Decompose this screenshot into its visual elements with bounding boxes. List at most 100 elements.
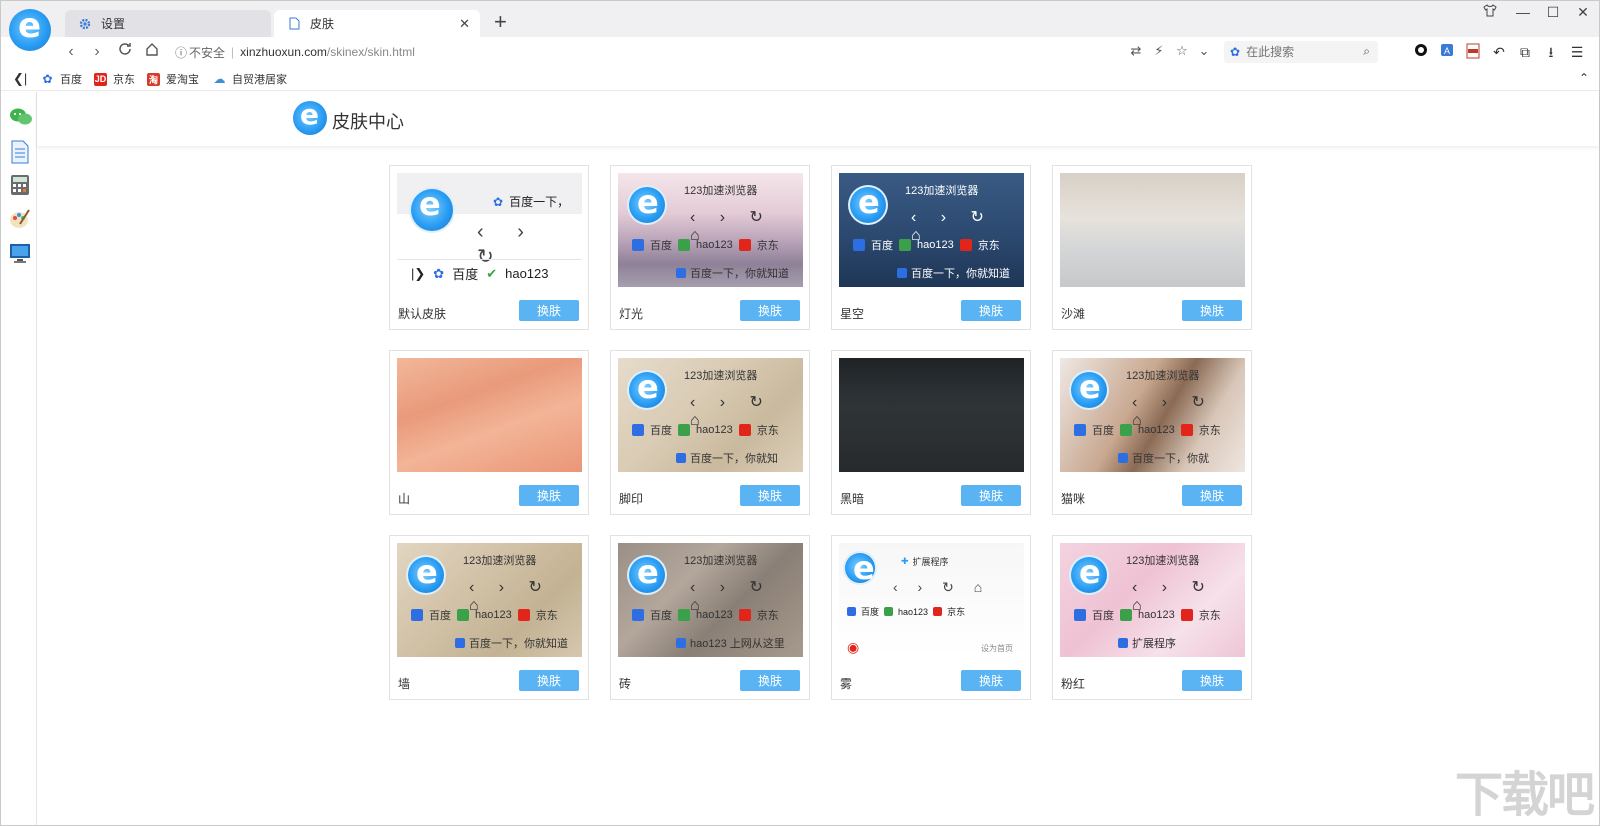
skin-name: 沙滩 [1061,307,1086,321]
apply-skin-button[interactable]: 换肤 [961,485,1021,506]
skin-card[interactable]: 黑暗 换肤 [831,350,1031,515]
bookmark-label: 自贸港居家 [232,74,287,86]
skin-thumbnail[interactable]: 123加速浏览器‹ › ↻ ⌂百度hao123京东hao123 上网从这里 [618,543,803,657]
skin-thumbnail[interactable]: ✿ 百度一下， ‹ › ↻ |❯ ✿ 百度 ✔ hao123 [397,173,582,287]
home-button[interactable] [142,42,162,62]
apply-skin-button[interactable]: 换肤 [519,670,579,691]
skin-thumbnail[interactable] [839,358,1024,472]
new-tab-button[interactable]: + [494,10,507,34]
baidu-paw-icon [632,424,644,436]
apply-skin-button[interactable]: 换肤 [740,300,800,321]
apply-skin-button[interactable]: 换肤 [740,485,800,506]
apply-skin-button[interactable]: 换肤 [740,670,800,691]
taobao-icon: 淘 [147,72,160,86]
bookmark-zmg[interactable]: ☁ 自贸港居家 [213,71,288,87]
tab-skin[interactable]: 皮肤 ✕ [274,10,480,37]
collapse-icon[interactable]: ⌃ [1579,71,1589,85]
extensions-icon[interactable]: ⧉ [1516,43,1534,61]
skin-card[interactable]: 山 换肤 [389,350,589,515]
apply-skin-button[interactable]: 换肤 [519,485,579,506]
skin-card[interactable]: ✿ 百度一下， ‹ › ↻ |❯ ✿ 百度 ✔ hao123 默认皮肤 换肤 [389,165,589,330]
chevron-down-icon[interactable]: ⌄ [1196,43,1212,59]
apply-skin-button[interactable]: 换肤 [961,670,1021,691]
translate-app-icon[interactable]: A [1438,43,1456,61]
mini-label: hao123 [1138,424,1175,436]
skin-thumbnail[interactable]: 123加速浏览器‹ › ↻ ⌂百度hao123京东百度一下，你就知道 [618,173,803,287]
skin-thumbnail[interactable]: 123加速浏览器‹ › ↻ ⌂百度hao123京东百度一下，你就知道 [839,173,1024,287]
apply-skin-button[interactable]: 换肤 [519,300,579,321]
skin-thumbnail[interactable]: 123加速浏览器‹ › ↻ ⌂百度hao123京东百度一下，你就 [1060,358,1245,472]
skin-card[interactable]: 沙滩 换肤 [1052,165,1252,330]
skin-thumbnail[interactable]: 123加速浏览器‹ › ↻ ⌂百度hao123京东百度一下，你就知道 [397,543,582,657]
skin-card[interactable]: 123加速浏览器‹ › ↻ ⌂百度hao123京东百度一下，你就知脚印换肤 [610,350,810,515]
mini-bottom-label: 百度一下，你就 [1132,453,1209,465]
reload-button[interactable] [115,42,135,62]
wechat-icon[interactable] [9,106,32,128]
mini-bookmarks: 百度 hao123 京东 [1074,422,1221,438]
skin-card[interactable]: 123加速浏览器‹ › ↻ ⌂百度hao123京东hao123 上网从这里砖换肤 [610,535,810,700]
download-icon[interactable]: ⭳ [1542,43,1560,61]
mini-bottom-label: 百度一下，你就知 [690,453,778,465]
bookmark-jd[interactable]: JD 京东 [94,71,135,87]
skin-card[interactable]: ✚扩展程序 ‹ › ↻ ⌂ 百度 hao123 京东 ◉ 设为首页雾 换肤 [831,535,1031,700]
mini-title: 123加速浏览器 [463,555,537,567]
skin-thumbnail[interactable]: 123加速浏览器‹ › ↻ ⌂百度hao123京东百度一下，你就知 [618,358,803,472]
baidu-paw-icon [411,609,423,621]
search-icon[interactable]: ⌕ [1363,44,1370,59]
search-box[interactable]: ✿ ⌕ [1224,41,1378,63]
mini-bookmarks: 百度 hao123 京东 [632,422,779,438]
skin-thumbnail[interactable] [397,358,582,472]
close-icon[interactable]: ✕ [459,16,470,32]
bookmark-baidu[interactable]: ✿ 百度 [41,71,82,87]
skin-grid: ✿百度一下，‹ › ↻|❯✿百度✔hao123默认皮肤换肤123加速浏览器‹ ›… [389,165,1252,700]
skin-card[interactable]: 123加速浏览器‹ › ↻ ⌂百度hao123京东百度一下，你就知道灯光换肤 [610,165,810,330]
cloud-icon: ☁ [213,72,226,86]
menu-icon[interactable]: ☰ [1568,43,1586,61]
close-window-button[interactable]: ✕ [1572,4,1594,21]
bookmark-taobao[interactable]: 淘 爱淘宝 [147,71,199,87]
back-button[interactable]: ‹ [61,42,81,62]
tab-settings[interactable]: 设置 [65,10,271,37]
paint-icon[interactable] [9,208,31,230]
mini-label: hao123 [505,266,549,281]
star-icon[interactable]: ☆ [1174,43,1190,59]
skin-thumbnail[interactable]: ✚扩展程序 ‹ › ↻ ⌂ 百度 hao123 京东 ◉ 设为首页 [839,543,1024,657]
translate-icon[interactable]: ⇄ [1128,43,1144,59]
sidebar-toggle-icon[interactable]: ❮| [13,71,27,87]
search-input[interactable] [1246,45,1357,59]
jd-icon [933,607,943,616]
mini-bottom-label: 扩展程序 [1132,638,1176,650]
apply-skin-button[interactable]: 换肤 [1182,300,1242,321]
monitor-icon[interactable] [9,242,31,264]
url-path: /skinex/skin.html [326,45,415,59]
lightning-icon[interactable]: ⚡ [1151,43,1167,59]
puzzle-icon: ✚ [901,556,909,566]
jd-icon [738,239,751,251]
mini-nav: ‹ › ↻ ⌂ [893,579,991,595]
apply-skin-button[interactable]: 换肤 [1182,670,1242,691]
calculator-icon[interactable] [9,174,31,196]
undo-icon[interactable]: ↶ [1490,43,1508,61]
skin-card[interactable]: 123加速浏览器‹ › ↻ ⌂百度hao123京东百度一下，你就知道墙换肤 [389,535,589,700]
maximize-button[interactable]: ☐ [1542,4,1564,21]
mini-label: 京东 [756,610,779,622]
url-field[interactable]: ⓘ 不安全 | xinzhuoxun.com/skinex/skin.html [175,42,415,62]
minimize-button[interactable]: — [1512,4,1534,20]
record-icon[interactable] [1412,43,1430,61]
document-icon[interactable] [9,140,31,164]
baidu-paw-icon [1118,638,1128,648]
skin-card[interactable]: 123加速浏览器‹ › ↻ ⌂百度hao123京东扩展程序粉红换肤 [1052,535,1252,700]
forward-button[interactable]: › [87,42,107,62]
mini-label: 百度 [650,610,672,622]
skin-card[interactable]: 123加速浏览器‹ › ↻ ⌂百度hao123京东百度一下，你就猫咪换肤 [1052,350,1252,515]
skin-thumbnail[interactable] [1060,173,1245,287]
mini-label: 百度 [861,607,880,617]
tab-label: 设置 [101,17,126,31]
apply-skin-button[interactable]: 换肤 [1182,485,1242,506]
pdf-icon[interactable] [1464,43,1482,61]
skin-shirt-icon[interactable] [1479,4,1501,20]
apply-skin-button[interactable]: 换肤 [961,300,1021,321]
bookmark-label: 京东 [113,74,135,86]
skin-thumbnail[interactable]: 123加速浏览器‹ › ↻ ⌂百度hao123京东扩展程序 [1060,543,1245,657]
skin-card[interactable]: 123加速浏览器‹ › ↻ ⌂百度hao123京东百度一下，你就知道星空换肤 [831,165,1031,330]
